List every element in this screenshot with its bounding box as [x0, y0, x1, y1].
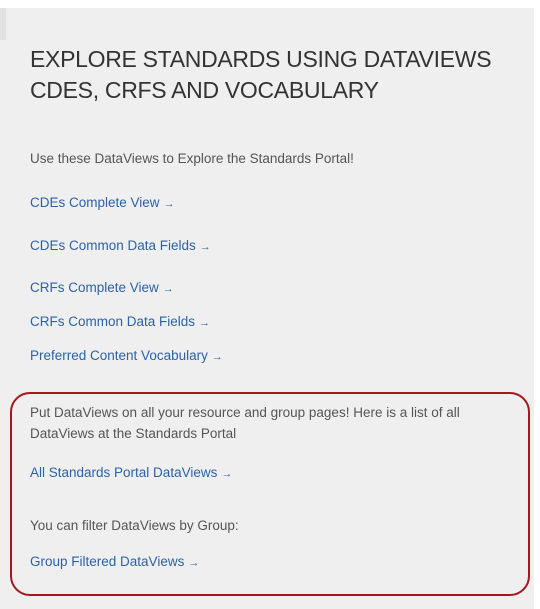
group-filtered-dataviews-link[interactable]: Group Filtered DataViews → — [30, 551, 199, 574]
preferred-content-vocabulary-link[interactable]: Preferred Content Vocabulary → — [30, 345, 223, 368]
arrow-right-icon: → — [199, 317, 211, 329]
highlight-description: Put DataViews on all your resource and g… — [30, 405, 460, 441]
arrow-right-icon: → — [188, 557, 200, 569]
intro-text: Use these DataViews to Explore the Stand… — [30, 151, 354, 166]
crfs-complete-view-link[interactable]: CRFs Complete View → — [30, 277, 174, 300]
arrow-right-icon: → — [163, 198, 175, 210]
link-label: CRFs Common Data Fields — [30, 314, 196, 329]
link-label: CDEs Common Data Fields — [30, 238, 196, 253]
arrow-right-icon: → — [199, 241, 211, 253]
arrow-right-icon: → — [211, 351, 223, 363]
all-standards-portal-dataviews-link[interactable]: All Standards Portal DataViews → — [30, 462, 232, 485]
link-label: All Standards Portal DataViews — [30, 465, 218, 480]
panel-heading: EXPLORE STANDARDS USING DATAVIEWS CDES, … — [30, 46, 492, 103]
link-label: CRFs Complete View — [30, 280, 159, 295]
arrow-right-icon: → — [221, 468, 233, 480]
link-label: Group Filtered DataViews — [30, 554, 185, 569]
filter-description: You can filter DataViews by Group: — [30, 518, 239, 533]
link-label: Preferred Content Vocabulary — [30, 348, 208, 363]
crfs-common-data-fields-link[interactable]: CRFs Common Data Fields → — [30, 311, 210, 334]
link-label: CDEs Complete View — [30, 195, 160, 210]
cdes-common-data-fields-link[interactable]: CDEs Common Data Fields → — [30, 235, 211, 258]
panel-edge-tab — [0, 8, 6, 40]
arrow-right-icon: → — [162, 283, 174, 295]
cdes-complete-view-link[interactable]: CDEs Complete View → — [30, 192, 175, 215]
